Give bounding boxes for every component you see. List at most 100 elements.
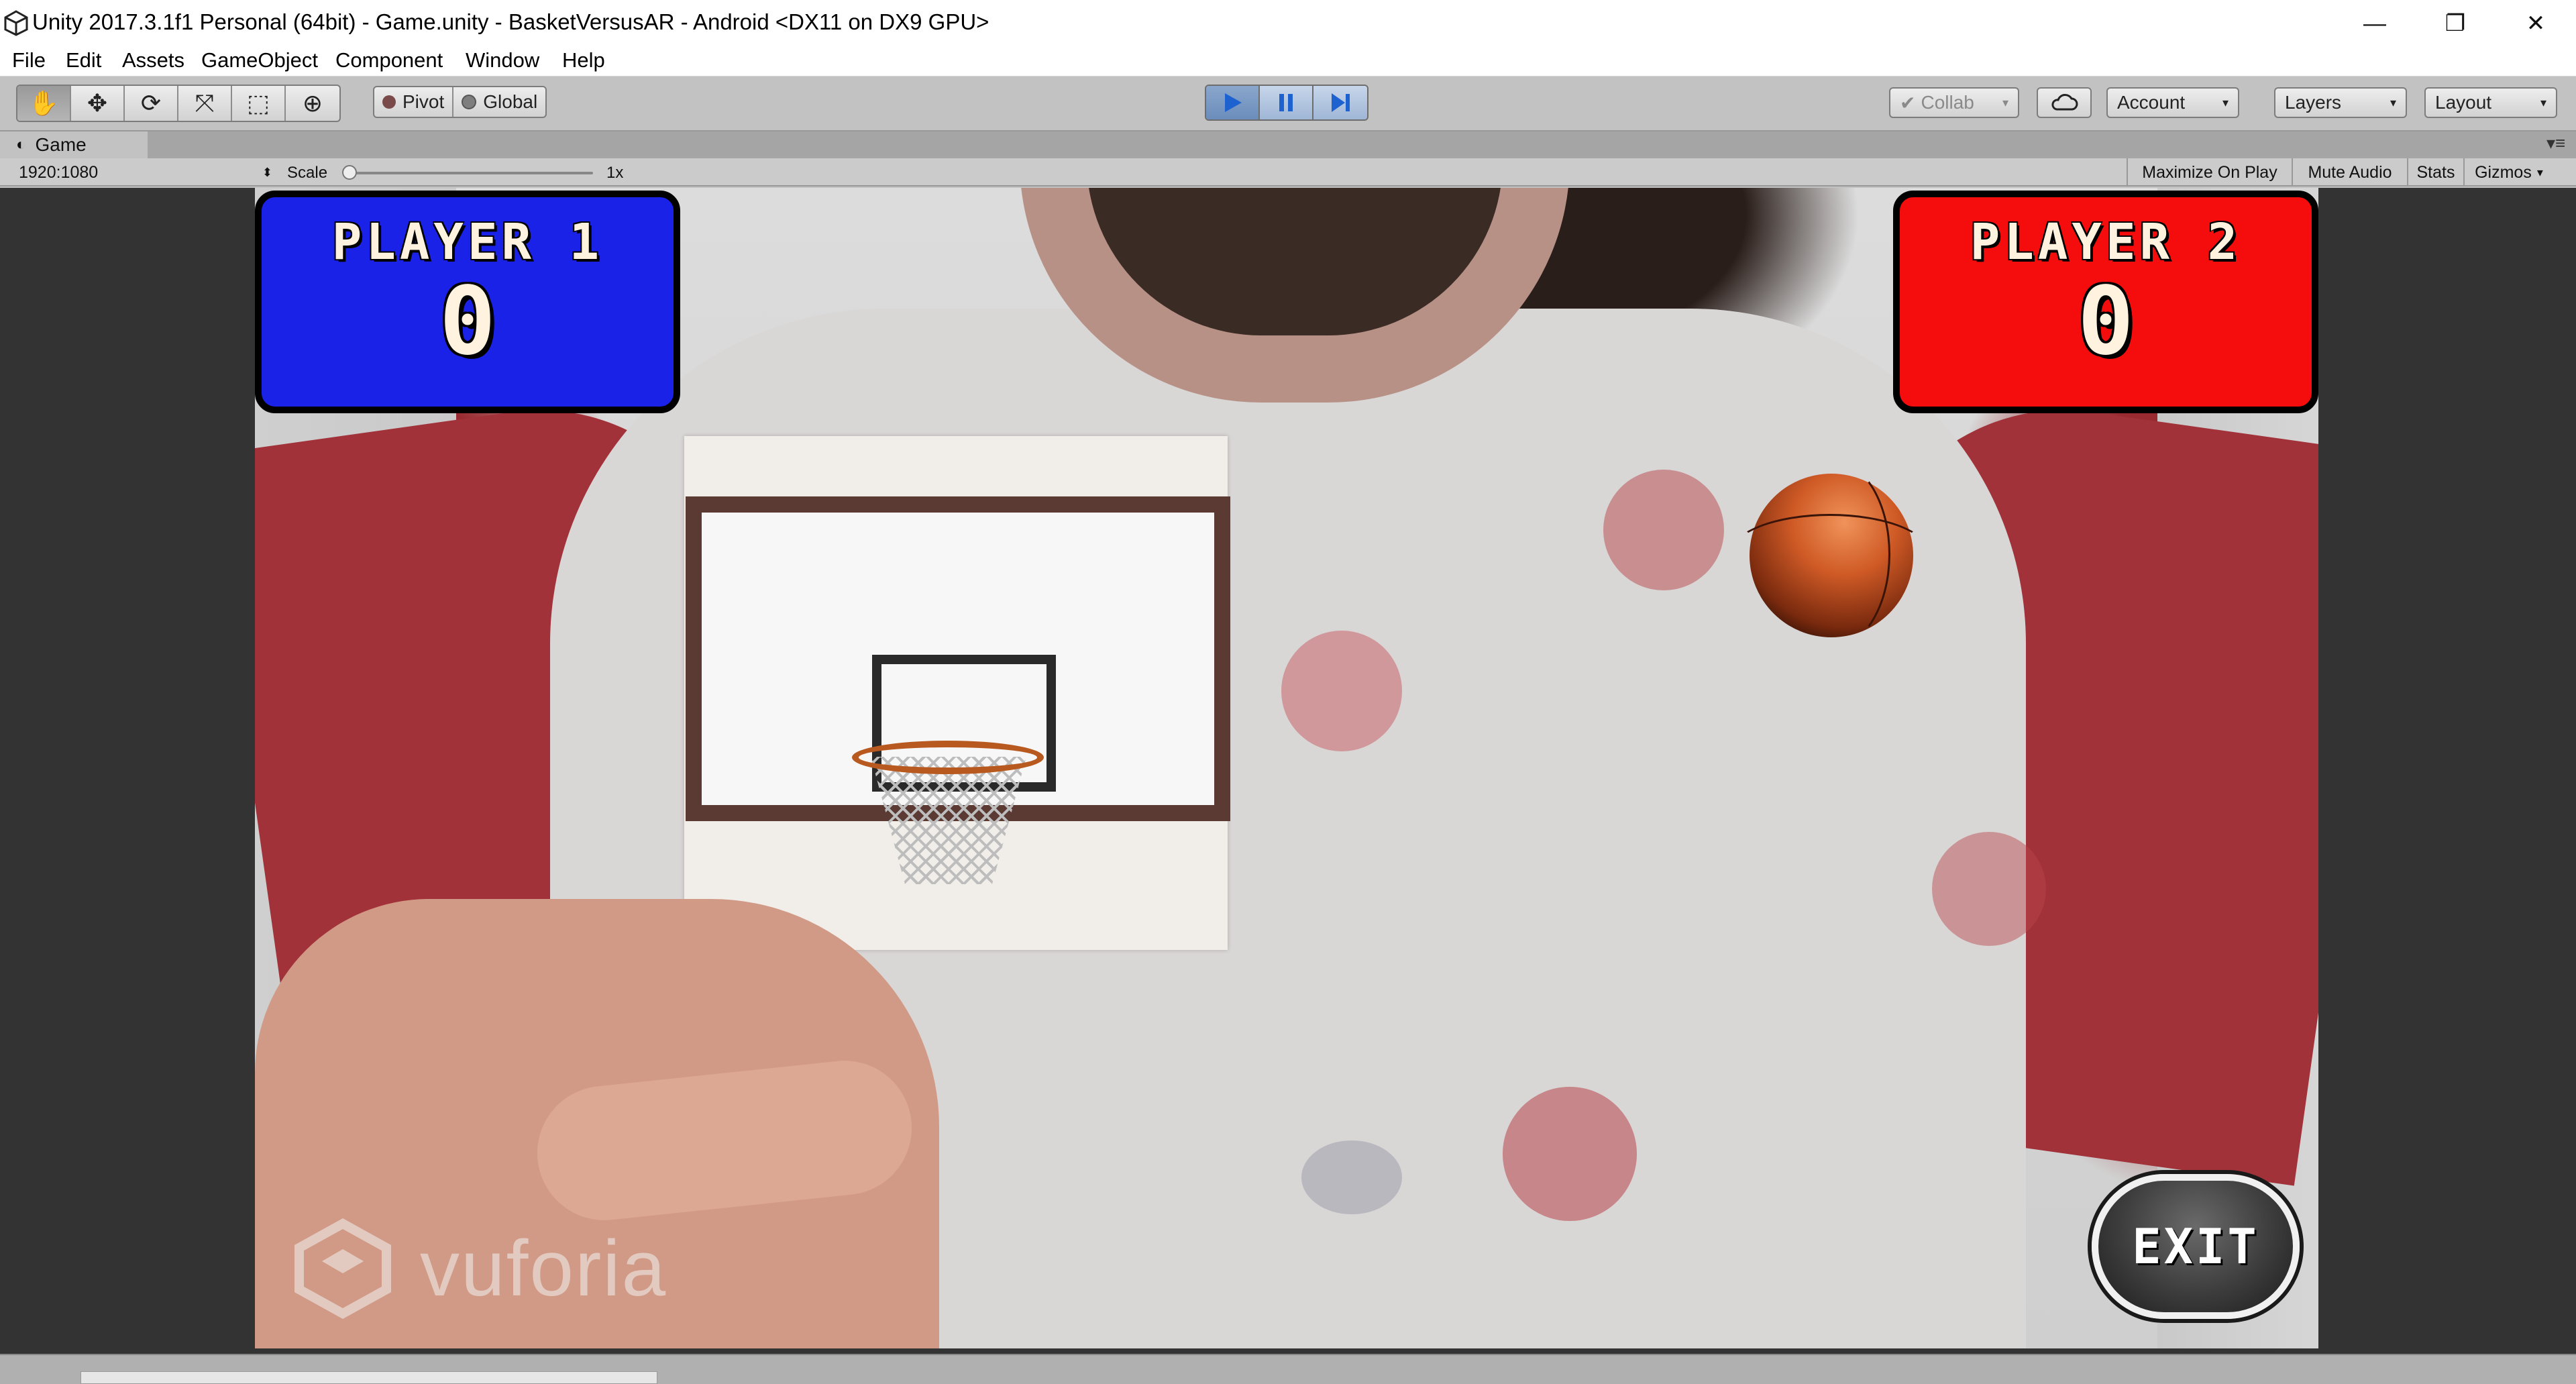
shirt-motif — [1932, 832, 2046, 946]
minimize-icon: — — [2363, 10, 2386, 36]
globe-icon — [462, 95, 477, 109]
rotate-tool-button[interactable]: ⟳ — [125, 86, 178, 121]
exit-button[interactable]: EXIT — [2092, 1174, 2300, 1319]
panel-menu-icon[interactable]: ▾≡ — [2546, 133, 2565, 154]
vuforia-logo-icon — [294, 1218, 391, 1319]
global-label: Global — [483, 91, 538, 112]
menu-gameobject[interactable]: GameObject — [201, 48, 318, 72]
ball-seam — [1729, 514, 1931, 594]
window-title: Unity 2017.3.1f1 Personal (64bit) - Game… — [32, 9, 989, 34]
layers-dropdown[interactable]: Layers ▾ — [2274, 87, 2407, 118]
menu-window[interactable]: Window — [466, 48, 539, 72]
transform-tool-icon: ⊕ — [302, 89, 323, 117]
pause-icon — [1279, 94, 1293, 111]
scale-value: 1x — [606, 164, 624, 182]
maximize-on-play-toggle[interactable]: Maximize On Play — [2127, 158, 2292, 187]
shirt-motif — [1603, 470, 1724, 590]
exit-label: EXIT — [2132, 1218, 2259, 1275]
collab-label: Collab — [1921, 92, 1974, 113]
menu-help[interactable]: Help — [562, 48, 605, 72]
resolution-label: 1920:1080 — [19, 162, 99, 182]
menu-edit[interactable]: Edit — [66, 48, 101, 72]
layout-label: Layout — [2435, 92, 2492, 113]
layers-label: Layers — [2285, 92, 2342, 113]
player2-score: 0 — [2077, 267, 2135, 376]
mute-audio-label: Mute Audio — [2308, 162, 2392, 182]
step-button[interactable] — [1313, 86, 1367, 119]
transform-tools: ✋ ✥ ⟳ ⤧ ⬚ ⊕ — [16, 85, 341, 122]
panel-tab-bar: ◐ Game ▾≡ — [0, 131, 2576, 158]
menu-bar: File Edit Assets GameObject Component Wi… — [0, 47, 2576, 76]
dropdown-arrow-icon: ▾ — [2002, 95, 2008, 109]
pivot-global-toggle: Pivot Global — [373, 86, 547, 118]
dropdown-arrow-icon: ▾ — [2390, 95, 2396, 109]
collab-dropdown[interactable]: ✔ Collab ▾ — [1889, 87, 2019, 118]
resolution-dropdown[interactable]: 1920:1080 ⬍ — [9, 161, 278, 184]
check-icon: ✔ — [1900, 92, 1916, 113]
stats-toggle[interactable]: Stats — [2407, 158, 2463, 187]
scale-tool-icon: ⤧ — [195, 89, 215, 117]
vuforia-text: vuforia — [420, 1224, 667, 1313]
scale-slider-track[interactable] — [343, 172, 593, 174]
menu-assets[interactable]: Assets — [122, 48, 184, 72]
rotate-tool-icon: ⟳ — [140, 89, 162, 117]
tab-game[interactable]: ◐ Game — [0, 131, 148, 158]
hand-tool-button[interactable]: ✋ — [17, 86, 71, 121]
account-label: Account — [2117, 92, 2186, 113]
window-title-bar: Unity 2017.3.1f1 Personal (64bit) - Game… — [0, 0, 2576, 47]
move-tool-button[interactable]: ✥ — [71, 86, 125, 121]
dropdown-arrow-icon: ⬍ — [262, 165, 272, 179]
player1-label: PLAYER 1 — [331, 213, 604, 271]
pivot-button[interactable]: Pivot — [374, 87, 454, 117]
pivot-label: Pivot — [402, 91, 445, 112]
play-icon — [1225, 93, 1242, 112]
step-icon — [1332, 93, 1350, 112]
pause-button[interactable] — [1260, 86, 1313, 119]
player1-score: 0 — [439, 267, 496, 376]
global-button[interactable]: Global — [453, 87, 545, 117]
cloud-button[interactable] — [2037, 87, 2092, 118]
close-icon: ✕ — [2526, 11, 2546, 36]
basket-rim — [852, 741, 1044, 774]
player2-label: PLAYER 2 — [1970, 213, 2242, 271]
menu-component[interactable]: Component — [335, 48, 443, 72]
restore-icon: ❐ — [2445, 11, 2466, 36]
player1-score-panel: PLAYER 1 0 — [255, 191, 680, 413]
playback-controls — [1205, 85, 1368, 121]
game-controller-icon: ◐ — [16, 136, 26, 154]
scale-slider-handle[interactable] — [342, 165, 357, 180]
unity-icon — [4, 10, 28, 36]
horizontal-scrollbar[interactable] — [80, 1371, 657, 1384]
account-dropdown[interactable]: Account ▾ — [2106, 87, 2239, 118]
cloud-icon — [2051, 94, 2078, 111]
transform-tool-button[interactable]: ⊕ — [286, 86, 339, 121]
game-view-toolbar: 1920:1080 ⬍ Scale 1x Maximize On Play Mu… — [0, 158, 2576, 187]
scale-tool-button[interactable]: ⤧ — [178, 86, 232, 121]
scale-label: Scale — [287, 164, 328, 182]
shirt-motif — [1301, 1140, 1402, 1214]
mute-audio-toggle[interactable]: Mute Audio — [2292, 158, 2407, 187]
move-tool-icon: ✥ — [87, 89, 108, 117]
maximize-button[interactable]: ❐ — [2415, 0, 2496, 47]
menu-file[interactable]: File — [12, 48, 46, 72]
dropdown-arrow-icon: ▾ — [2536, 165, 2543, 179]
play-button[interactable] — [1206, 86, 1260, 119]
shirt-motif — [1281, 631, 1402, 751]
close-button[interactable]: ✕ — [2496, 0, 2576, 47]
layout-dropdown[interactable]: Layout ▾ — [2424, 87, 2557, 118]
hand-tool-icon: ✋ — [28, 89, 59, 117]
dropdown-arrow-icon: ▾ — [2540, 95, 2546, 109]
player2-score-panel: PLAYER 2 0 — [1893, 191, 2318, 413]
vuforia-watermark: vuforia — [292, 1212, 667, 1326]
gizmos-label: Gizmos — [2475, 162, 2532, 182]
pivot-icon — [382, 95, 396, 109]
basketball[interactable] — [1729, 460, 1931, 648]
gizmos-dropdown[interactable]: Gizmos ▾ — [2463, 158, 2553, 187]
minimize-button[interactable]: — — [2334, 0, 2415, 47]
game-tab-label: Game — [35, 134, 87, 155]
rect-tool-button[interactable]: ⬚ — [232, 86, 286, 121]
rect-tool-icon: ⬚ — [246, 89, 270, 117]
dropdown-arrow-icon: ▾ — [2222, 95, 2229, 109]
maximize-on-play-label: Maximize On Play — [2142, 162, 2277, 182]
stats-label: Stats — [2416, 162, 2455, 182]
